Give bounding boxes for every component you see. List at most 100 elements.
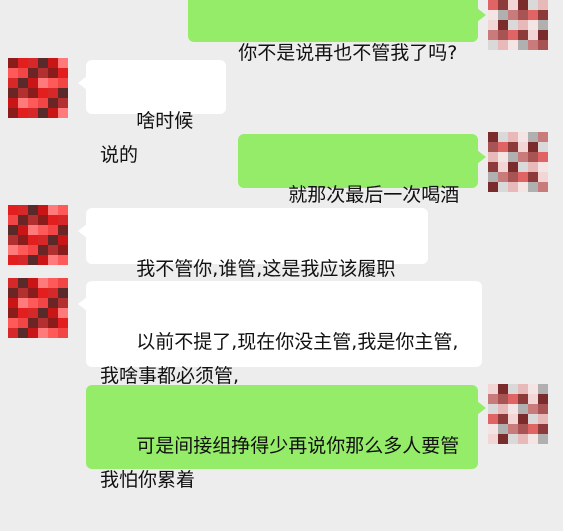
- avatar-pixel: [48, 318, 58, 328]
- avatar-pixel: [28, 318, 38, 328]
- avatar-pixel: [518, 394, 528, 404]
- message-bubble[interactable]: 就那次最后一次喝酒: [238, 134, 486, 206]
- avatar-pixel: [508, 424, 518, 434]
- avatar-pixel: [528, 132, 538, 142]
- message-bubble[interactable]: 啥时候说的: [78, 60, 226, 166]
- avatar-pixel: [18, 245, 28, 255]
- avatar-pixel: [488, 434, 498, 444]
- avatar-pixel: [28, 225, 38, 235]
- avatar-pixel: [48, 308, 58, 318]
- avatar-pixel: [528, 384, 538, 394]
- avatar-pixel: [8, 215, 18, 225]
- avatar-pixel: [38, 288, 48, 298]
- avatar-pixel: [488, 142, 498, 152]
- avatar-pixel: [528, 162, 538, 172]
- avatar-pixel: [28, 88, 38, 98]
- avatar-pixel: [538, 132, 548, 142]
- avatar-pixel: [38, 98, 48, 108]
- avatar-pixel: [28, 98, 38, 108]
- message-text: 就那次最后一次喝酒: [288, 184, 460, 206]
- avatar-pixel: [28, 308, 38, 318]
- avatar-pixel: [498, 394, 508, 404]
- avatar-pixel: [498, 404, 508, 414]
- avatar-pixel: [528, 152, 538, 162]
- user-avatar[interactable]: [488, 132, 548, 192]
- avatar-pixel: [538, 40, 548, 50]
- avatar-pixel: [38, 278, 48, 288]
- avatar-pixel: [58, 88, 68, 98]
- avatar-pixel: [48, 78, 58, 88]
- avatar-pixel: [28, 68, 38, 78]
- avatar-pixel: [48, 205, 58, 215]
- message-bubble[interactable]: 你不是说再也不管我了吗?: [188, 0, 486, 64]
- message-bubble[interactable]: 以前不提了,现在你没主管,我是你主管,我啥事都必须管,: [78, 281, 482, 387]
- avatar-pixel: [18, 78, 28, 88]
- avatar-pixel: [538, 30, 548, 40]
- contact-avatar[interactable]: [8, 205, 68, 265]
- avatar-pixel: [8, 298, 18, 308]
- avatar-pixel: [538, 0, 548, 10]
- avatar-pixel: [58, 58, 68, 68]
- avatar-pixel: [38, 245, 48, 255]
- avatar-pixel: [18, 278, 28, 288]
- avatar-pixel: [58, 215, 68, 225]
- avatar-pixel: [38, 298, 48, 308]
- avatar-pixel: [58, 78, 68, 88]
- message-text: 你不是说再也不管我了吗?: [238, 42, 458, 64]
- avatar-pixel: [48, 225, 58, 235]
- avatar-pixel: [498, 142, 508, 152]
- avatar-pixel: [58, 318, 68, 328]
- avatar-pixel: [508, 20, 518, 30]
- avatar-pixel: [38, 58, 48, 68]
- avatar-pixel: [538, 404, 548, 414]
- avatar-pixel: [8, 245, 18, 255]
- avatar-pixel: [488, 394, 498, 404]
- avatar-pixel: [28, 328, 38, 338]
- avatar-pixel: [518, 384, 528, 394]
- avatar-pixel: [528, 394, 538, 404]
- avatar-pixel: [58, 225, 68, 235]
- avatar-pixel: [508, 414, 518, 424]
- avatar-pixel: [538, 162, 548, 172]
- user-avatar[interactable]: [488, 0, 548, 50]
- avatar-pixel: [488, 404, 498, 414]
- avatar-pixel: [38, 308, 48, 318]
- avatar-pixel: [58, 288, 68, 298]
- avatar-pixel: [18, 98, 28, 108]
- avatar-pixel: [518, 0, 528, 10]
- avatar-pixel: [48, 255, 58, 265]
- avatar-pixel: [18, 298, 28, 308]
- avatar-pixel: [528, 182, 538, 192]
- avatar-pixel: [38, 108, 48, 118]
- avatar-pixel: [538, 152, 548, 162]
- avatar-pixel: [48, 68, 58, 78]
- user-avatar[interactable]: [488, 384, 548, 444]
- avatar-pixel: [18, 235, 28, 245]
- avatar-pixel: [38, 328, 48, 338]
- avatar-pixel: [528, 424, 538, 434]
- avatar-pixel: [538, 414, 548, 424]
- avatar-pixel: [8, 205, 18, 215]
- avatar-pixel: [38, 68, 48, 78]
- avatar-pixel: [508, 182, 518, 192]
- message-text: 啥时候说的: [100, 110, 194, 166]
- avatar-pixel: [18, 215, 28, 225]
- avatar-pixel: [488, 10, 498, 20]
- avatar-pixel: [38, 255, 48, 265]
- message-bubble[interactable]: 可是间接组挣得少再说你那么多人要管我怕你累着: [86, 385, 486, 491]
- avatar-pixel: [28, 245, 38, 255]
- avatar-pixel: [498, 172, 508, 182]
- contact-avatar[interactable]: [8, 58, 68, 118]
- avatar-pixel: [58, 328, 68, 338]
- avatar-pixel: [518, 162, 528, 172]
- avatar-pixel: [58, 68, 68, 78]
- avatar-pixel: [498, 162, 508, 172]
- avatar-pixel: [518, 172, 528, 182]
- avatar-pixel: [528, 0, 538, 10]
- message-bubble[interactable]: 我不管你,谁管,这是我应该履职: [78, 208, 428, 280]
- contact-avatar[interactable]: [8, 278, 68, 338]
- avatar-pixel: [498, 434, 508, 444]
- avatar-pixel: [518, 30, 528, 40]
- avatar-pixel: [528, 404, 538, 414]
- avatar-pixel: [8, 88, 18, 98]
